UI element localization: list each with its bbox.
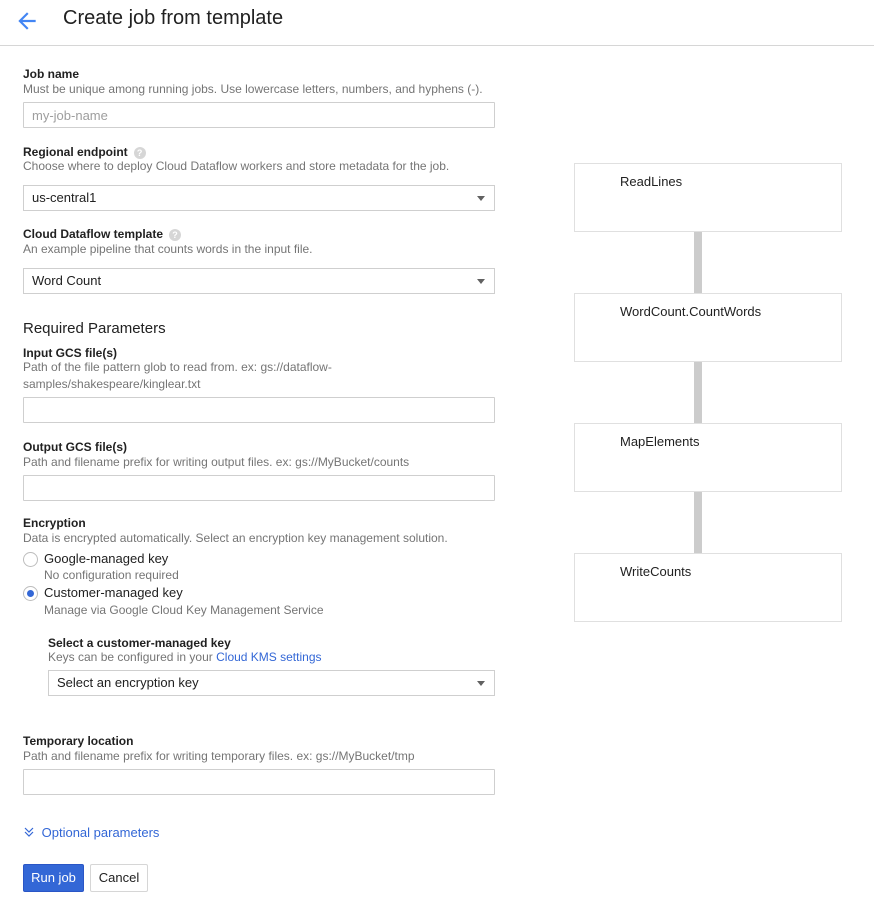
template-select[interactable]: Word Count — [23, 268, 495, 294]
output-gcs-label: Output GCS file(s) — [23, 440, 127, 454]
template-value: Word Count — [32, 273, 102, 288]
help-icon[interactable]: ? — [169, 229, 182, 241]
graph-node-mapelements[interactable]: MapElements — [574, 423, 842, 492]
encryption-hint: Data is encrypted automatically. Select … — [23, 531, 448, 545]
regional-endpoint-value: us-central1 — [32, 190, 97, 205]
regional-endpoint-hint: Choose where to deploy Cloud Dataflow wo… — [23, 159, 450, 173]
encryption-label: Encryption — [23, 516, 86, 530]
temp-location-label: Temporary location — [23, 734, 134, 748]
cmk-hint-text: Keys can be configured in your — [48, 650, 213, 664]
input-gcs-field[interactable] — [23, 397, 495, 423]
job-name-field[interactable] — [23, 102, 495, 128]
output-gcs-hint: Path and filename prefix for writing out… — [23, 455, 410, 469]
input-gcs-input[interactable] — [24, 398, 494, 422]
page-header: Create job from template — [0, 0, 874, 46]
output-gcs-input[interactable] — [24, 476, 494, 500]
cmk-label: Select a customer-managed key — [48, 636, 231, 650]
graph-node-label: ReadLines — [620, 174, 683, 189]
template-hint: An example pipeline that counts words in… — [23, 242, 313, 256]
graph-node-label: WriteCounts — [620, 564, 692, 579]
temp-location-hint: Path and filename prefix for writing tem… — [23, 749, 415, 763]
template-label-text: Cloud Dataflow template — [23, 227, 164, 241]
graph-node-label: MapElements — [620, 434, 700, 449]
dropdown-caret-icon — [477, 196, 485, 201]
customer-managed-key-radio[interactable] — [23, 586, 38, 601]
graph-edge — [694, 492, 702, 553]
cancel-button[interactable]: Cancel — [90, 864, 148, 892]
graph-edge — [694, 232, 702, 293]
customer-managed-key-sub: Manage via Google Cloud Key Management S… — [44, 603, 324, 617]
graph-node-label: WordCount.CountWords — [620, 304, 762, 319]
job-name-input[interactable] — [24, 103, 494, 127]
optional-parameters-label[interactable]: Optional parameters — [42, 825, 160, 840]
graph-node-writecounts[interactable]: WriteCounts — [574, 553, 842, 622]
regional-endpoint-label: Regional endpoint? — [23, 145, 146, 159]
input-gcs-hint-2: samples/shakespeare/kinglear.txt — [23, 377, 201, 391]
job-name-label: Job name — [23, 67, 80, 81]
google-managed-key-label[interactable]: Google-managed key — [44, 551, 168, 566]
cmk-hint: Keys can be configured in your Cloud KMS… — [48, 649, 322, 666]
required-parameters-heading: Required Parameters — [23, 320, 166, 337]
double-chevron-down-icon — [24, 827, 34, 837]
page-title: Create job from template — [63, 7, 284, 29]
arrow-back-icon — [18, 12, 36, 30]
graph-node-readlines[interactable]: ReadLines — [574, 163, 842, 232]
job-name-hint: Must be unique among running jobs. Use l… — [23, 82, 483, 96]
google-managed-key-radio[interactable] — [23, 552, 38, 567]
output-gcs-field[interactable] — [23, 475, 495, 501]
template-label: Cloud Dataflow template? — [23, 227, 182, 241]
dropdown-caret-icon — [477, 279, 485, 284]
encryption-key-value: Select an encryption key — [57, 675, 199, 690]
regional-endpoint-select[interactable]: us-central1 — [23, 185, 495, 211]
input-gcs-label: Input GCS file(s) — [23, 346, 117, 360]
run-job-button[interactable]: Run job — [23, 864, 84, 892]
encryption-key-select[interactable]: Select an encryption key — [48, 670, 495, 696]
back-button[interactable] — [14, 8, 40, 34]
temp-location-field[interactable] — [23, 769, 495, 795]
google-managed-key-sub: No configuration required — [44, 568, 179, 582]
temp-location-input[interactable] — [24, 770, 494, 794]
cloud-kms-settings-link[interactable]: Cloud KMS settings — [216, 650, 321, 664]
regional-endpoint-label-text: Regional endpoint — [23, 145, 128, 159]
graph-node-countwords[interactable]: WordCount.CountWords — [574, 293, 842, 362]
input-gcs-hint-1: Path of the file pattern glob to read fr… — [23, 360, 332, 374]
optional-parameters-toggle[interactable]: Optional parameters — [24, 825, 159, 840]
dropdown-caret-icon — [477, 681, 485, 686]
customer-managed-key-label[interactable]: Customer-managed key — [44, 585, 183, 600]
graph-edge — [694, 362, 702, 423]
